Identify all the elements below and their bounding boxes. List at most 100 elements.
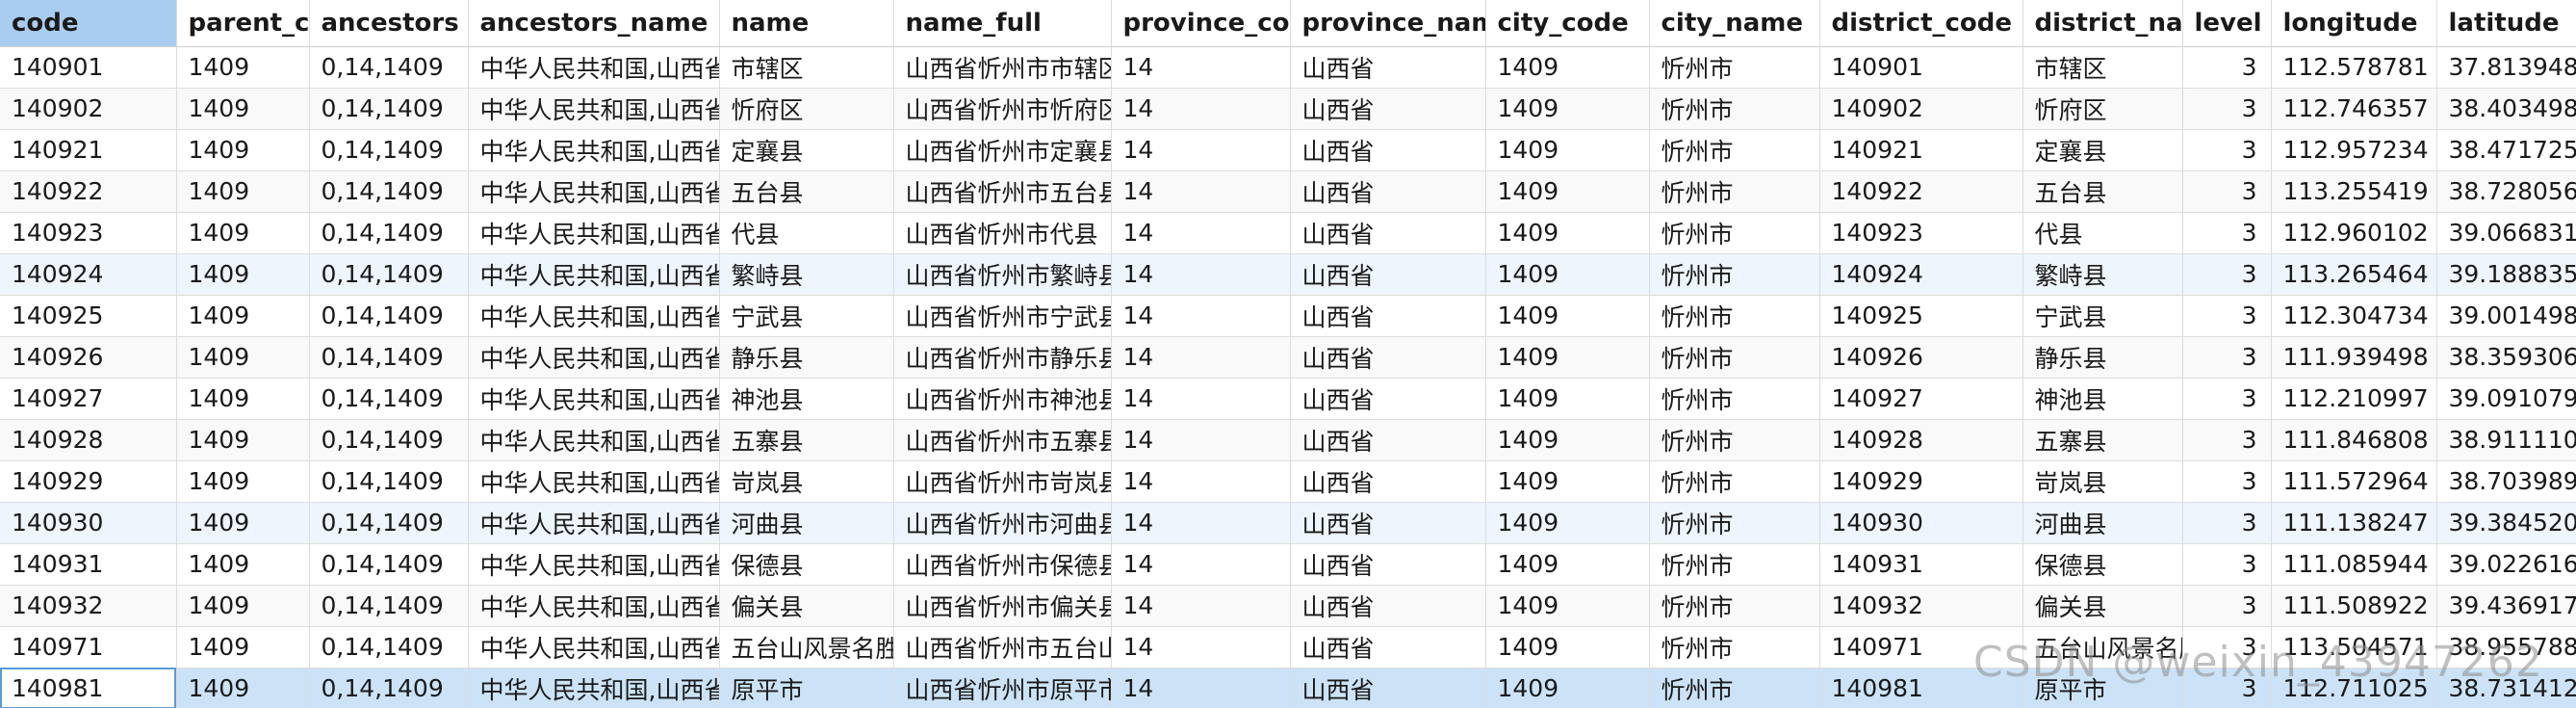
cell-province-name[interactable]: 山西省: [1290, 543, 1486, 586]
cell-name[interactable]: 忻府区: [719, 88, 894, 130]
cell-longitude[interactable]: 111.572964: [2271, 460, 2437, 503]
cell-code[interactable]: 140926: [0, 336, 177, 379]
cell-ancestors-name[interactable]: 中华人民共和国,山西省: [468, 212, 720, 254]
cell-ancestors-name[interactable]: 中华人民共和国,山西省: [468, 253, 720, 296]
cell-province-code[interactable]: 14: [1111, 460, 1291, 503]
cell-province-name[interactable]: 山西省: [1290, 585, 1486, 627]
cell-latitude[interactable]: 39.384520: [2436, 502, 2576, 544]
cell-province-name[interactable]: 山西省: [1290, 626, 1486, 669]
cell-name-full[interactable]: 山西省忻州市忻府区: [893, 88, 1112, 130]
cell-city-name[interactable]: 忻州市: [1649, 129, 1820, 171]
cell-longitude[interactable]: 111.138247: [2271, 502, 2437, 544]
cell-district-code[interactable]: 140923: [1819, 212, 2023, 254]
cell-name[interactable]: 河曲县: [719, 502, 894, 544]
table-row[interactable]: 140932 1409 0,14,1409 中华人民共和国,山西省 偏关县 山西省忻州市偏…: [0, 585, 2576, 627]
cell-code[interactable]: 140922: [0, 170, 177, 213]
column-header-code[interactable]: code: [0, 0, 177, 47]
cell-level[interactable]: 3: [2182, 460, 2272, 503]
cell-level[interactable]: 3: [2182, 88, 2272, 130]
cell-district-name[interactable]: 宁武县: [2022, 295, 2183, 337]
cell-ancestors-name[interactable]: 中华人民共和国,山西省: [468, 88, 720, 130]
cell-parent-code[interactable]: 1409: [176, 502, 310, 544]
cell-district-code[interactable]: 140981: [1819, 668, 2023, 708]
cell-name-full[interactable]: 山西省忻州市五台山风景名胜区: [893, 626, 1112, 669]
cell-name-full[interactable]: 山西省忻州市市辖区: [893, 46, 1112, 89]
cell-district-code[interactable]: 140929: [1819, 460, 2023, 503]
cell-province-name[interactable]: 山西省: [1290, 460, 1486, 503]
cell-province-name[interactable]: 山西省: [1290, 170, 1486, 213]
cell-name[interactable]: 神池县: [719, 378, 894, 420]
cell-district-code[interactable]: 140925: [1819, 295, 2023, 337]
cell-longitude[interactable]: 112.711025: [2271, 668, 2437, 708]
cell-name-full[interactable]: 山西省忻州市神池县: [893, 378, 1112, 420]
cell-latitude[interactable]: 37.813948: [2436, 46, 2576, 89]
cell-district-code[interactable]: 140927: [1819, 378, 2023, 420]
cell-province-code[interactable]: 14: [1111, 668, 1291, 708]
cell-district-code[interactable]: 140901: [1819, 46, 2023, 89]
cell-name[interactable]: 代县: [719, 212, 894, 254]
cell-name-full[interactable]: 山西省忻州市定襄县: [893, 129, 1112, 171]
cell-province-name[interactable]: 山西省: [1290, 253, 1486, 296]
cell-name-full[interactable]: 山西省忻州市保德县: [893, 543, 1112, 586]
cell-city-code[interactable]: 1409: [1485, 88, 1650, 130]
cell-parent-code[interactable]: 1409: [176, 253, 310, 296]
cell-ancestors[interactable]: 0,14,1409: [309, 543, 469, 586]
cell-province-code[interactable]: 14: [1111, 253, 1291, 296]
cell-longitude[interactable]: 112.746357: [2271, 88, 2437, 130]
cell-district-code[interactable]: 140932: [1819, 585, 2023, 627]
cell-longitude[interactable]: 111.939498: [2271, 336, 2437, 379]
column-header-district-code[interactable]: district_code: [1819, 0, 2023, 47]
cell-city-code[interactable]: 1409: [1485, 336, 1650, 379]
cell-code[interactable]: 140925: [0, 295, 177, 337]
cell-district-name[interactable]: 五寨县: [2022, 419, 2183, 461]
cell-latitude[interactable]: 38.955788: [2436, 626, 2576, 669]
cell-longitude[interactable]: 113.255419: [2271, 170, 2437, 213]
column-header-level[interactable]: level: [2182, 0, 2272, 47]
cell-ancestors-name[interactable]: 中华人民共和国,山西省: [468, 378, 720, 420]
cell-level[interactable]: 3: [2182, 170, 2272, 213]
cell-parent-code[interactable]: 1409: [176, 460, 310, 503]
cell-ancestors-name[interactable]: 中华人民共和国,山西省: [468, 585, 720, 627]
cell-ancestors[interactable]: 0,14,1409: [309, 502, 469, 544]
cell-province-code[interactable]: 14: [1111, 502, 1291, 544]
cell-province-name[interactable]: 山西省: [1290, 502, 1486, 544]
cell-district-code[interactable]: 140902: [1819, 88, 2023, 130]
cell-city-name[interactable]: 忻州市: [1649, 626, 1820, 669]
cell-ancestors[interactable]: 0,14,1409: [309, 585, 469, 627]
cell-parent-code[interactable]: 1409: [176, 668, 310, 708]
cell-district-name[interactable]: 市辖区: [2022, 46, 2183, 89]
cell-city-code[interactable]: 1409: [1485, 212, 1650, 254]
cell-city-name[interactable]: 忻州市: [1649, 668, 1820, 708]
table-row[interactable]: 140930 1409 0,14,1409 中华人民共和国,山西省 河曲县 山西省忻州市河…: [0, 502, 2576, 544]
column-header-district-name[interactable]: district_nam: [2022, 0, 2183, 47]
table-row[interactable]: 140902 1409 0,14,1409 中华人民共和国,山西省 忻府区 山西省忻州市忻…: [0, 88, 2576, 130]
cell-parent-code[interactable]: 1409: [176, 543, 310, 586]
cell-ancestors[interactable]: 0,14,1409: [309, 170, 469, 213]
cell-name-full[interactable]: 山西省忻州市宁武县: [893, 295, 1112, 337]
cell-province-name[interactable]: 山西省: [1290, 295, 1486, 337]
cell-ancestors-name[interactable]: 中华人民共和国,山西省: [468, 668, 720, 708]
cell-district-code[interactable]: 140971: [1819, 626, 2023, 669]
cell-longitude[interactable]: 113.265464: [2271, 253, 2437, 296]
cell-city-code[interactable]: 1409: [1485, 253, 1650, 296]
column-header-ancestors-name[interactable]: ancestors_name: [468, 0, 720, 47]
cell-code[interactable]: 140932: [0, 585, 177, 627]
cell-name[interactable]: 岢岚县: [719, 460, 894, 503]
cell-ancestors-name[interactable]: 中华人民共和国,山西省: [468, 336, 720, 379]
cell-level[interactable]: 3: [2182, 502, 2272, 544]
cell-code[interactable]: 140929: [0, 460, 177, 503]
cell-ancestors[interactable]: 0,14,1409: [309, 129, 469, 171]
cell-parent-code[interactable]: 1409: [176, 336, 310, 379]
cell-name-full[interactable]: 山西省忻州市静乐县: [893, 336, 1112, 379]
cell-name[interactable]: 静乐县: [719, 336, 894, 379]
cell-city-code[interactable]: 1409: [1485, 502, 1650, 544]
cell-district-code[interactable]: 140924: [1819, 253, 2023, 296]
cell-ancestors-name[interactable]: 中华人民共和国,山西省: [468, 626, 720, 669]
cell-name-full[interactable]: 山西省忻州市原平市: [893, 668, 1112, 708]
cell-province-name[interactable]: 山西省: [1290, 88, 1486, 130]
cell-city-code[interactable]: 1409: [1485, 585, 1650, 627]
cell-city-code[interactable]: 1409: [1485, 170, 1650, 213]
cell-name-full[interactable]: 山西省忻州市偏关县: [893, 585, 1112, 627]
column-header-name[interactable]: name: [719, 0, 894, 47]
cell-latitude[interactable]: 39.066831: [2436, 212, 2576, 254]
